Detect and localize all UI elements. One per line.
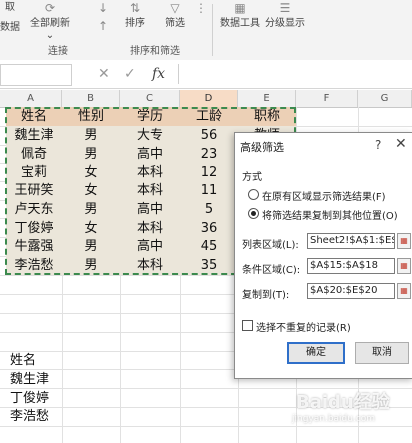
range-select-icon[interactable]: ▦ (397, 258, 411, 274)
advanced-filter-dialog: 高级筛选 ? ✕ 方式 在原有区域显示筛选结果(F) 将筛选结果复制到其他位置(… (234, 132, 412, 379)
watermark-logo: Baidu经验 (296, 392, 390, 413)
column-header-d[interactable]: D (180, 90, 238, 107)
advanced-filter-icon: ⋮ (195, 1, 207, 15)
data-tools-button[interactable]: ▦ 数据工具 (218, 0, 262, 42)
ribbon-divider (212, 4, 213, 56)
cancel-icon[interactable]: ✕ (98, 64, 110, 84)
unique-records-checkbox[interactable] (242, 320, 253, 331)
criteria-range-input[interactable]: $A$15:$A$18 (307, 258, 395, 274)
column-header-g[interactable]: G (358, 90, 412, 107)
criteria-header-cell[interactable]: 姓名 (10, 351, 36, 370)
refresh-all-button[interactable]: ⟳ 全部刷新 ⌄ (26, 0, 74, 42)
criteria-range-label: 条件区域(C): (242, 265, 301, 276)
outline-icon: ☰ (279, 1, 291, 15)
help-icon[interactable]: ? (375, 138, 381, 152)
chevron-down-icon: ⌄ (45, 30, 55, 41)
list-range-label: 列表区域(L): (242, 240, 299, 251)
formula-input[interactable] (178, 64, 412, 84)
refresh-icon: ⟳ (44, 1, 56, 15)
get-data-button[interactable]: 取 数据 (0, 0, 20, 42)
criteria-cell[interactable]: 李浩愁 (10, 407, 49, 426)
cancel-button[interactable]: 取消 (355, 342, 409, 364)
sort-button[interactable]: ⇅ 排序 (120, 0, 150, 42)
sort-az-button[interactable]: ↓ ↑ (92, 0, 114, 42)
column-header-e[interactable]: E (238, 90, 296, 107)
ribbon: 取 数据 ⟳ 全部刷新 ⌄ ↓ ↑ ⇅ 排序 ▽ 筛选 ⋮ ▦ 数据工具 ☰ 分… (0, 0, 412, 61)
advanced-filter-button[interactable]: ⋮ (194, 0, 208, 42)
mode-section-label: 方式 (242, 172, 262, 183)
data-tools-icon: ▦ (234, 1, 246, 15)
criteria-cell[interactable]: 魏生津 (10, 370, 49, 389)
list-range-input[interactable]: Sheet2!$A$1:$E$9 (307, 233, 395, 249)
filter-button[interactable]: ▽ 筛选 (160, 0, 190, 42)
name-box[interactable] (0, 64, 72, 86)
range-select-icon[interactable]: ▦ (397, 283, 411, 299)
range-select-icon[interactable]: ▦ (397, 233, 411, 249)
column-header-f[interactable]: F (296, 90, 358, 107)
group-connections-label: 连接 (48, 46, 68, 57)
function-icon[interactable]: fx (152, 64, 165, 84)
criteria-cell[interactable]: 丁俊婷 (10, 389, 49, 408)
dialog-titlebar[interactable]: 高级筛选 ? ✕ (235, 133, 412, 159)
dialog-title: 高级筛选 (240, 141, 284, 154)
column-header-c[interactable]: C (120, 90, 180, 107)
sort-az-icon: ↓ (97, 1, 109, 15)
copy-to-input[interactable]: $A$20:$E$20 (307, 283, 395, 299)
filter-icon: ▽ (170, 1, 180, 15)
radio-copy-to[interactable] (248, 208, 259, 219)
outline-button[interactable]: ☰ 分级显示 (262, 0, 308, 42)
radio-copy-to-label[interactable]: 将筛选结果复制到其他位置(O) (262, 207, 398, 222)
column-headers: A B C D E F G (0, 90, 412, 108)
column-header-b[interactable]: B (62, 90, 120, 107)
group-sort-filter-label: 排序和筛选 (130, 46, 180, 57)
radio-in-place[interactable] (248, 189, 259, 200)
formula-bar: ✕ ✓ fx (0, 60, 412, 89)
close-icon[interactable]: ✕ (395, 136, 407, 152)
sort-icon: ⇅ (129, 1, 141, 15)
column-header-a[interactable]: A (0, 90, 62, 107)
watermark-url: jingyan.baidu.com (292, 414, 376, 424)
unique-records-label[interactable]: 选择不重复的记录(R) (256, 319, 351, 334)
copy-to-label: 复制到(T): (242, 290, 290, 301)
confirm-icon[interactable]: ✓ (124, 64, 136, 84)
radio-in-place-label[interactable]: 在原有区域显示筛选结果(F) (262, 188, 386, 203)
ok-button[interactable]: 确定 (287, 342, 345, 364)
sort-za-icon: ↑ (97, 19, 109, 33)
